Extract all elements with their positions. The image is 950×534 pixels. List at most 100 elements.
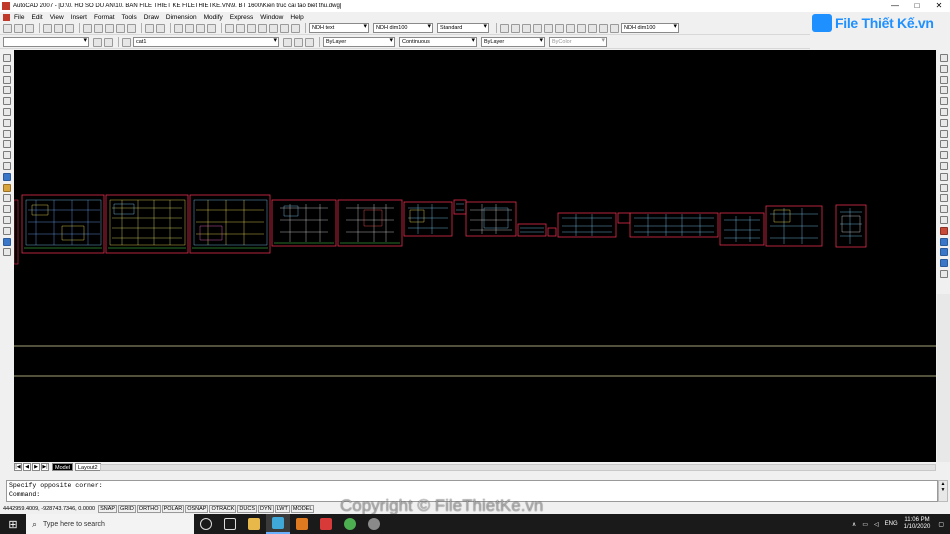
- quick-dim-icon[interactable]: [577, 23, 586, 33]
- properties-icon[interactable]: [225, 23, 234, 33]
- dim-baseline-icon[interactable]: [588, 23, 597, 33]
- construction-line-icon[interactable]: [3, 64, 11, 73]
- notifications-icon[interactable]: ▢: [938, 521, 944, 528]
- minimize-button[interactable]: —: [884, 0, 906, 12]
- break-icon[interactable]: [939, 183, 948, 192]
- dim-angular-icon[interactable]: [566, 23, 575, 33]
- revision-cloud-icon[interactable]: [3, 129, 11, 138]
- hatch-icon[interactable]: [3, 205, 11, 214]
- last-tab-arrow[interactable]: ▶|: [41, 463, 49, 471]
- match-properties-icon[interactable]: [116, 23, 125, 33]
- mirror-icon[interactable]: [939, 75, 948, 84]
- dim-style-select[interactable]: NDH dim100: [373, 23, 433, 33]
- dim-style-select-2[interactable]: NDH dim100: [621, 23, 679, 33]
- zoom-window-icon[interactable]: [196, 23, 205, 33]
- join-icon[interactable]: [939, 194, 948, 203]
- multiline-text-icon[interactable]: [3, 248, 11, 257]
- otrack-toggle[interactable]: OTRACK: [209, 505, 237, 513]
- file-explorer-icon[interactable]: [242, 514, 266, 534]
- menu-insert[interactable]: Insert: [71, 14, 87, 21]
- tool-palettes-icon[interactable]: [247, 23, 256, 33]
- dyn-toggle[interactable]: DYN: [258, 505, 274, 513]
- paste-icon[interactable]: [105, 23, 114, 33]
- layer-states-icon[interactable]: [305, 37, 314, 47]
- point-icon[interactable]: [3, 194, 11, 203]
- line-icon[interactable]: [3, 54, 11, 62]
- close-button[interactable]: ✕: [928, 0, 950, 12]
- dim-radius-icon[interactable]: [544, 23, 553, 33]
- menu-draw[interactable]: Draw: [144, 14, 159, 21]
- zoom-previous-icon[interactable]: [207, 23, 216, 33]
- break-at-point-icon[interactable]: [939, 172, 948, 181]
- stretch-icon[interactable]: [939, 140, 948, 149]
- polar-toggle[interactable]: POLAR: [161, 505, 185, 513]
- layer-select[interactable]: cat1: [133, 37, 279, 47]
- menu-view[interactable]: View: [50, 14, 64, 21]
- drawing-canvas[interactable]: [14, 50, 936, 462]
- linetype-select[interactable]: Continuous: [399, 37, 477, 47]
- menu-help[interactable]: Help: [290, 14, 303, 21]
- gradient-icon[interactable]: [3, 215, 11, 224]
- plot-preview-icon[interactable]: [54, 23, 63, 33]
- calculator-icon[interactable]: [280, 23, 289, 33]
- arc-icon[interactable]: [3, 107, 11, 116]
- taskbar-search[interactable]: ⌕ Type here to search: [26, 514, 194, 534]
- lineweight-select[interactable]: ByLayer: [481, 37, 545, 47]
- osnap-toggle[interactable]: OSNAP: [185, 505, 209, 513]
- ortho-toggle[interactable]: ORTHO: [136, 505, 161, 513]
- explode-icon[interactable]: [939, 226, 948, 235]
- autocad-task-icon[interactable]: [266, 514, 290, 534]
- taskview-timeline-icon[interactable]: [218, 514, 242, 534]
- menu-window[interactable]: Window: [260, 14, 283, 21]
- trim-icon[interactable]: [939, 151, 948, 160]
- volume-icon[interactable]: ◁: [874, 521, 879, 528]
- block-editor-icon[interactable]: [127, 23, 136, 33]
- maximize-button[interactable]: □: [906, 0, 928, 12]
- menu-express[interactable]: Express: [230, 14, 253, 21]
- sheet-set-icon[interactable]: [258, 23, 267, 33]
- snap-toggle[interactable]: SNAP: [98, 505, 118, 513]
- ducs-toggle[interactable]: DUCS: [237, 505, 257, 513]
- dim-aligned-icon[interactable]: [511, 23, 520, 33]
- menu-file[interactable]: File: [14, 14, 24, 21]
- workspace-save-icon[interactable]: [104, 37, 113, 47]
- erase-icon[interactable]: [939, 54, 948, 62]
- chamfer-icon[interactable]: [939, 205, 948, 214]
- dim-ordinate-icon[interactable]: [533, 23, 542, 33]
- task-view-icon[interactable]: [194, 514, 218, 534]
- spline-icon[interactable]: [3, 140, 11, 149]
- language-indicator[interactable]: ENG: [885, 521, 898, 527]
- move-icon[interactable]: [939, 107, 948, 116]
- markup-icon[interactable]: [269, 23, 278, 33]
- make-block-icon[interactable]: [3, 183, 11, 192]
- tolerance-icon[interactable]: [610, 23, 619, 33]
- draw-order-icon[interactable]: [939, 237, 948, 246]
- ellipse-icon[interactable]: [3, 151, 11, 160]
- prev-tab-arrow[interactable]: ◀: [23, 463, 31, 471]
- dim-continue-icon[interactable]: [599, 23, 608, 33]
- model-toggle[interactable]: MODEL: [290, 505, 315, 513]
- help-icon[interactable]: [291, 23, 300, 33]
- copy-object-icon[interactable]: [939, 64, 948, 73]
- save-icon[interactable]: [25, 23, 34, 33]
- document-icon[interactable]: [3, 13, 10, 21]
- g-app-icon[interactable]: [314, 514, 338, 534]
- settings-app-icon[interactable]: [362, 514, 386, 534]
- dim-linear-icon[interactable]: [500, 23, 509, 33]
- horizontal-scrollbar[interactable]: [100, 464, 936, 471]
- drawing-area[interactable]: [14, 50, 936, 462]
- fillet-icon[interactable]: [939, 215, 948, 224]
- first-tab-arrow[interactable]: |◀: [14, 463, 22, 471]
- tab-layout2[interactable]: Layout2: [74, 463, 101, 471]
- circle-icon[interactable]: [3, 118, 11, 127]
- menu-modify[interactable]: Modify: [204, 14, 223, 21]
- region-icon[interactable]: [3, 226, 11, 235]
- command-scrollbar[interactable]: ▲ ▼: [938, 480, 948, 502]
- tray-chevron-icon[interactable]: ∧: [852, 521, 856, 528]
- extend-icon[interactable]: [939, 161, 948, 170]
- grid-toggle[interactable]: GRID: [118, 505, 136, 513]
- menu-tools[interactable]: Tools: [122, 14, 137, 21]
- polyline-icon[interactable]: [3, 75, 11, 84]
- rectangle-icon[interactable]: [3, 97, 11, 106]
- bring-front-icon[interactable]: [939, 248, 948, 257]
